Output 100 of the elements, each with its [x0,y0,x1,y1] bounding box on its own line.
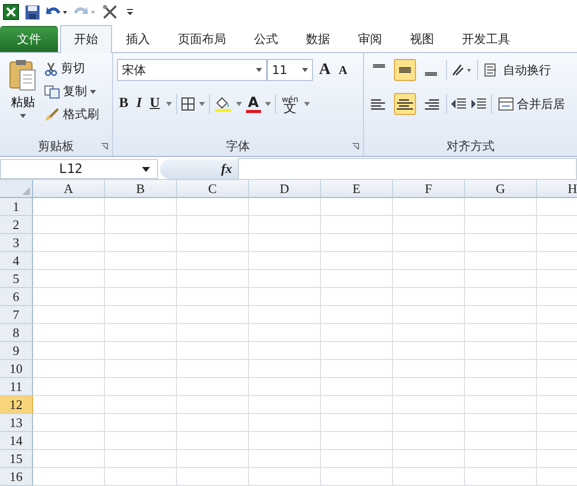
ribbon-tab[interactable]: 审阅 [344,26,396,52]
fill-color-icon[interactable] [214,96,232,112]
grid-cell[interactable] [33,216,105,234]
grid-cell[interactable] [177,432,249,450]
ribbon-tab[interactable]: 视图 [396,26,448,52]
grid-cell[interactable] [33,414,105,432]
column-header[interactable]: B [105,180,177,198]
grid-cell[interactable] [465,252,537,270]
grid-cell[interactable] [177,216,249,234]
format-painter-button[interactable]: 格式刷 [42,105,101,124]
grid-cell[interactable] [177,468,249,486]
row-header[interactable]: 4 [0,252,33,270]
grid-cell[interactable] [393,252,465,270]
grid-cell[interactable] [465,198,537,216]
grid-cell[interactable] [33,450,105,468]
grid-cell[interactable] [33,252,105,270]
row-header[interactable]: 12 [0,396,33,414]
grid-cell[interactable] [249,306,321,324]
row-header[interactable]: 15 [0,450,33,468]
grid-cell[interactable] [465,306,537,324]
grid-cell[interactable] [393,378,465,396]
column-header[interactable]: C [177,180,249,198]
grid-cell[interactable] [465,360,537,378]
merge-center-button[interactable]: 合并后居 [496,94,567,114]
grid-cell[interactable] [393,198,465,216]
grid-cell[interactable] [177,288,249,306]
grid-cell[interactable] [33,432,105,450]
grid-cell[interactable] [105,306,177,324]
grid-cell[interactable] [105,450,177,468]
phonetic-guide-button[interactable]: wén 文 [280,95,300,113]
ribbon-tab[interactable]: 页面布局 [164,26,240,52]
grid-cell[interactable] [393,270,465,288]
grid-cell[interactable] [249,270,321,288]
grid-cell[interactable] [321,324,393,342]
row-header[interactable]: 9 [0,342,33,360]
grid-cell[interactable] [105,468,177,486]
grid-cell[interactable] [465,234,537,252]
grid-cell[interactable] [177,360,249,378]
grid-cell[interactable] [393,468,465,486]
grid-cell[interactable] [393,396,465,414]
row-header[interactable]: 10 [0,360,33,378]
borders-icon[interactable] [180,97,195,111]
grid-cell[interactable] [465,414,537,432]
grid-cell[interactable] [249,450,321,468]
shrink-font-button[interactable]: A [336,62,350,78]
grid-cell[interactable] [105,414,177,432]
grid-cell[interactable] [321,378,393,396]
grid-cell[interactable] [465,396,537,414]
grid-cell[interactable] [249,288,321,306]
grid-cell[interactable] [321,342,393,360]
grid-cell[interactable] [465,450,537,468]
save-icon[interactable] [25,4,40,20]
grid-cell[interactable] [393,360,465,378]
grid-cell[interactable] [321,450,393,468]
grid-cell[interactable] [177,450,249,468]
row-header[interactable]: 14 [0,432,33,450]
column-header[interactable]: A [33,180,105,198]
orientation-icon[interactable] [451,63,473,77]
ribbon-tab[interactable]: 插入 [112,26,164,52]
row-header[interactable]: 2 [0,216,33,234]
font-color-button[interactable]: A [246,96,261,112]
grid-cell[interactable] [33,306,105,324]
grow-font-button[interactable]: A [317,61,333,79]
grid-cell[interactable] [33,234,105,252]
grid-cell[interactable] [393,324,465,342]
grid-cell[interactable] [177,378,249,396]
italic-button[interactable]: I [134,96,144,112]
grid-cell[interactable] [33,198,105,216]
grid-cell[interactable] [33,288,105,306]
grid-cell[interactable] [393,450,465,468]
row-header[interactable]: 1 [0,198,33,216]
grid-cell[interactable] [249,342,321,360]
grid-cell[interactable] [105,396,177,414]
grid-cell[interactable] [393,216,465,234]
grid-cell[interactable] [33,468,105,486]
grid-cell[interactable] [177,252,249,270]
grid-cell[interactable] [465,324,537,342]
grid-cell[interactable] [105,252,177,270]
caret-icon[interactable] [304,102,310,106]
grid-cell[interactable] [393,288,465,306]
grid-cell[interactable] [321,252,393,270]
insert-function-button[interactable]: fx [221,161,232,177]
grid-cell[interactable] [33,360,105,378]
dialog-launcher-icon[interactable] [352,143,359,150]
grid-cell[interactable] [177,270,249,288]
grid-cell[interactable] [249,396,321,414]
name-box[interactable]: L12 [0,159,158,179]
grid-cell[interactable] [321,432,393,450]
grid-cell[interactable] [321,414,393,432]
select-all-corner[interactable] [0,180,33,198]
grid-cell[interactable] [465,378,537,396]
cut-button[interactable]: 剪切 [42,59,101,78]
grid-cell[interactable] [105,270,177,288]
row-header[interactable]: 5 [0,270,33,288]
grid-cell[interactable] [321,468,393,486]
grid-cell[interactable] [465,342,537,360]
grid-cell[interactable] [105,288,177,306]
grid-cell[interactable] [321,288,393,306]
row-header[interactable]: 16 [0,468,33,486]
grid-cell[interactable] [105,342,177,360]
